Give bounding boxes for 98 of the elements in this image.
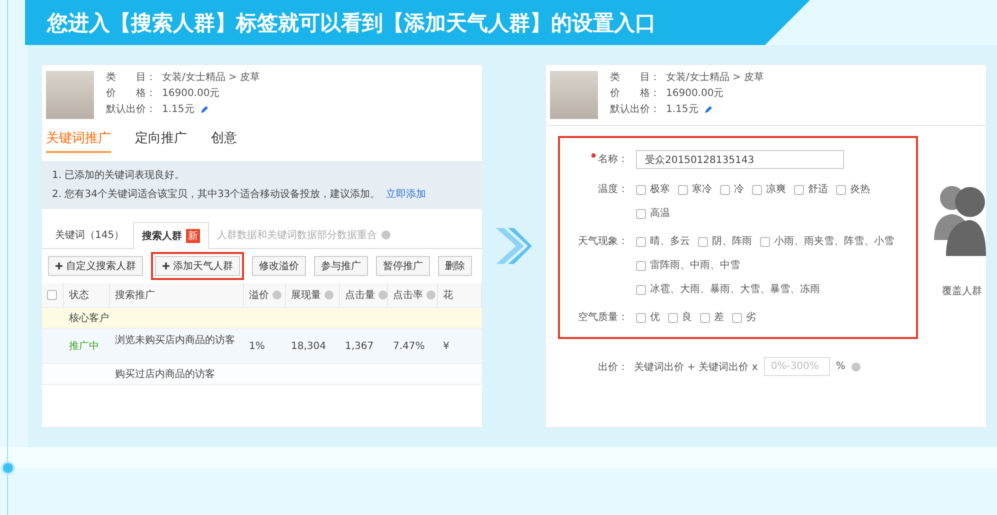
notice-text: 1. 已添加的关键词表现良好。 [52, 169, 186, 182]
pencil-icon[interactable] [704, 105, 714, 114]
option-label: 舒适 [808, 183, 828, 197]
overlap-note: 人群数据和关键词数据部分数据重合 [217, 228, 378, 242]
checkbox[interactable] [794, 185, 804, 195]
table-cell: 7.47% [393, 340, 425, 352]
status-text: 推广中 [69, 340, 99, 353]
field-value: 女装/女士精品 > 皮草 [666, 71, 764, 84]
column-header: 点击量 [345, 288, 375, 302]
option-label: 晴、多云 [650, 235, 690, 249]
tab[interactable]: 创意 [211, 129, 237, 153]
toolbar-button[interactable]: 删除 [438, 256, 472, 276]
tab[interactable]: 搜索人群 新 [133, 222, 210, 249]
field-label: 默认出价： [106, 103, 156, 116]
option-label: 炎热 [850, 183, 870, 197]
photo-placeholder [550, 71, 598, 119]
option-label: 优 [650, 311, 660, 325]
group-label: 核心客户 [69, 312, 109, 325]
checkbox[interactable] [760, 237, 770, 247]
checkbox[interactable] [720, 185, 730, 195]
column-header: 点击率 [393, 288, 423, 302]
checkbox[interactable] [636, 313, 646, 323]
tab-label: 关键词（145） [55, 228, 124, 242]
toolbar-button[interactable]: 暂停推广 [376, 256, 430, 276]
field-label: 温度： [598, 183, 628, 197]
field-label: 价 格： [106, 87, 156, 100]
checkbox[interactable] [47, 290, 57, 300]
coverage-label: 覆盖人群 [942, 284, 983, 298]
table-cell: 1,367 [345, 340, 374, 352]
checkbox[interactable] [636, 285, 646, 295]
toolbar-button[interactable]: 添加天气人群 [155, 256, 240, 276]
field-value: 16900.00元 [162, 87, 220, 100]
field-label: 类 目： [610, 71, 660, 84]
table-cell-text: 购买过店内商品的访客 [115, 368, 215, 381]
option-label: 差 [714, 311, 724, 325]
checkbox[interactable] [752, 185, 762, 195]
checkbox[interactable] [636, 261, 646, 271]
checkbox[interactable] [698, 237, 708, 247]
option-label: 劣 [746, 311, 756, 325]
field-value: 女装/女士精品 > 皮草 [162, 71, 260, 84]
checkbox[interactable] [636, 237, 646, 247]
plus-icon [162, 262, 170, 270]
option-label: 雷阵雨、中雨、中雪 [650, 259, 740, 273]
field-label: 名称： [598, 152, 628, 166]
help-icon [851, 362, 862, 372]
column-header: 花 [443, 288, 453, 302]
option-label: 小雨、雨夹雪、阵雪、小雪 [774, 235, 894, 249]
table-cell-text: 浏览未购买店内商品的访客 [115, 334, 235, 347]
plus-icon [55, 262, 63, 270]
column-header: 溢价 [249, 289, 269, 302]
option-label: 凉爽 [766, 183, 786, 197]
checkbox[interactable] [636, 185, 646, 195]
banner-title: 您进入【搜索人群】标签就可以看到【添加天气人群】的设置入口 [47, 10, 656, 36]
checkbox[interactable] [678, 185, 688, 195]
timeline-dot [3, 463, 13, 473]
toolbar-button[interactable]: 参与推广 [314, 256, 368, 276]
photo-placeholder [46, 71, 94, 119]
field-label: 天气现象： [578, 235, 628, 249]
bid-formula: 关键词出价 + 关键词出价 x [634, 360, 758, 374]
table-cell: 18,304 [291, 340, 326, 352]
notice-text: 2. 您有34个关键词适合该宝贝，其中33个适合移动设备投放，建议添加。 [52, 188, 380, 201]
field-label: 空气质量： [578, 311, 628, 325]
option-label: 极寒 [650, 183, 670, 197]
option-label: 良 [682, 311, 692, 325]
table-cell: ¥ [443, 340, 450, 352]
column-header: 状态 [69, 288, 89, 302]
option-label: 阴、阵雨 [712, 235, 752, 249]
field-value: 16900.00元 [666, 87, 724, 100]
field-value: 1.15元 [666, 103, 698, 116]
column-header: 搜索推广 [115, 288, 155, 302]
field-label: 出价： [598, 360, 628, 374]
unit-label: % [836, 361, 846, 372]
add-link[interactable]: 立即添加 [386, 188, 426, 201]
help-icon [381, 230, 392, 240]
option-label: 冰雹、大雨、暴雨、大雪、暴雪、冻雨 [650, 283, 820, 297]
tab[interactable]: 关键词（145） [46, 221, 134, 248]
field-label: 类 目： [106, 71, 156, 84]
toolbar-button[interactable]: 修改溢价 [252, 256, 306, 276]
table-cell: 1% [249, 340, 265, 352]
option-label: 高温 [650, 207, 670, 221]
column-header: 展现量 [291, 289, 321, 302]
checkbox[interactable] [836, 185, 846, 195]
checkbox[interactable] [636, 209, 646, 219]
percent-field[interactable]: 0%-300% [764, 357, 830, 376]
pencil-icon[interactable] [200, 105, 210, 114]
tab-label: 搜索人群 [142, 230, 182, 243]
toolbar-button[interactable]: 自定义搜索人群 [48, 256, 143, 276]
option-label: 冷 [734, 183, 744, 197]
checkbox[interactable] [700, 313, 710, 323]
field-value: 1.15元 [162, 103, 194, 116]
name-field[interactable]: 受众20150128135143 [636, 150, 844, 169]
checkbox[interactable] [668, 313, 678, 323]
tab[interactable]: 定向推广 [135, 129, 187, 153]
option-label: 寒冷 [692, 183, 712, 197]
field-label: 价 格： [610, 87, 660, 100]
field-label: 默认出价： [610, 103, 660, 116]
checkbox[interactable] [732, 313, 742, 323]
new-badge: 新 [186, 229, 200, 243]
